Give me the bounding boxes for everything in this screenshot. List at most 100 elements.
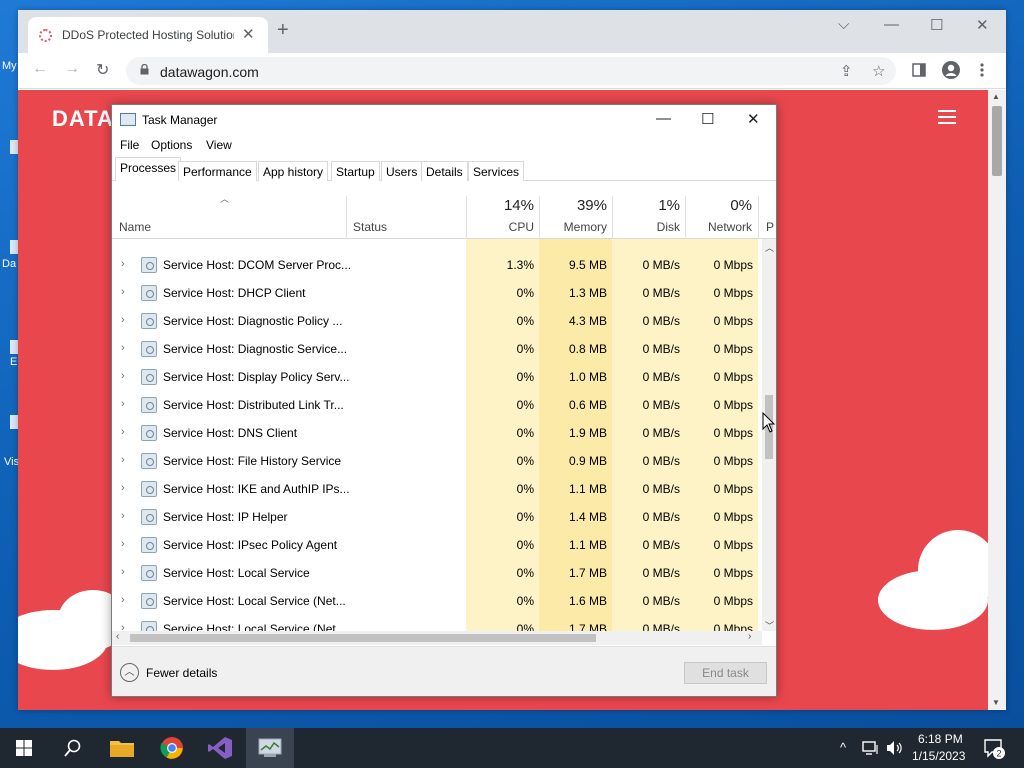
table-row[interactable]: › Service Host: IKE and AuthIP IPs... 0% 1.…: [112, 475, 762, 503]
maximize-button[interactable]: ☐: [701, 110, 714, 128]
back-button[interactable]: ←: [32, 60, 48, 78]
desktop-icon[interactable]: [10, 140, 18, 154]
scrollbar-thumb[interactable]: [992, 106, 1002, 176]
table-row[interactable]: › Service Host: Distributed Link Tr... 0% 0…: [112, 391, 762, 419]
clock-date[interactable]: 1/15/2023: [912, 749, 965, 763]
minimize-button[interactable]: —: [656, 110, 671, 127]
file-explorer-button[interactable]: [98, 728, 146, 768]
expand-chevron-icon[interactable]: ›: [121, 342, 125, 354]
desktop-icon[interactable]: [10, 340, 18, 354]
expand-chevron-icon[interactable]: ›: [121, 426, 125, 438]
column-power[interactable]: P: [766, 220, 774, 234]
table-row[interactable]: › Service Host: IP Helper 0% 1.4 MB 0 MB/s 0 …: [112, 503, 762, 531]
hamburger-menu-icon[interactable]: [938, 110, 956, 128]
scroll-right-icon[interactable]: ›: [748, 631, 751, 642]
column-divider[interactable]: [466, 196, 467, 239]
table-row[interactable]: › Service Host: Local Service (Net... 0% 1.…: [112, 615, 762, 631]
table-row[interactable]: › Service Host: Local Service (Net... 0% 1.…: [112, 587, 762, 615]
table-row[interactable]: › Service Host: IPsec Policy Agent 0% 1.1 M…: [112, 531, 762, 559]
clock-time[interactable]: 6:18 PM: [918, 732, 963, 746]
scrollbar-thumb[interactable]: [130, 634, 596, 642]
column-divider[interactable]: [539, 196, 540, 239]
expand-chevron-icon[interactable]: ›: [121, 398, 125, 410]
page-scrollbar[interactable]: ▲ ▼: [988, 90, 1006, 710]
tab-services[interactable]: Services: [468, 161, 525, 181]
expand-chevron-icon[interactable]: ›: [121, 538, 125, 550]
scroll-up-icon[interactable]: ︿: [765, 241, 774, 254]
close-tab-icon[interactable]: ✕: [242, 25, 255, 43]
tab-users[interactable]: Users: [381, 161, 423, 181]
tab-performance[interactable]: Performance: [178, 161, 257, 181]
chrome-button[interactable]: [148, 728, 196, 768]
profile-avatar-icon[interactable]: [942, 61, 960, 79]
address-bar[interactable]: datawagon.com ⇪ ☆: [126, 57, 896, 85]
scroll-left-icon[interactable]: ‹: [116, 631, 119, 642]
scroll-down-icon[interactable]: ﹀: [765, 619, 774, 632]
tab-app-history[interactable]: App history: [258, 161, 329, 181]
column-divider[interactable]: [346, 196, 347, 239]
expand-chevron-icon[interactable]: ›: [121, 370, 125, 382]
volume-icon[interactable]: [886, 740, 904, 756]
reload-button[interactable]: ↻: [96, 60, 109, 80]
side-panel-icon[interactable]: [912, 63, 926, 77]
column-divider[interactable]: [758, 196, 759, 239]
desktop-icon[interactable]: [10, 415, 18, 429]
column-network[interactable]: Network: [698, 220, 752, 234]
expand-chevron-icon[interactable]: ›: [121, 566, 125, 578]
column-divider[interactable]: [612, 196, 613, 239]
browser-tab[interactable]: DDoS Protected Hosting Solution ✕: [28, 17, 268, 53]
column-disk[interactable]: Disk: [632, 220, 680, 234]
maximize-button[interactable]: ☐: [930, 16, 943, 34]
tab-processes[interactable]: Processes: [115, 157, 182, 182]
table-row[interactable]: › Service Host: DNS Client 0% 1.9 MB 0 MB/s 0…: [112, 419, 762, 447]
notification-center-icon[interactable]: 2: [984, 739, 1006, 759]
menu-kebab-icon[interactable]: [980, 63, 984, 77]
menu-file[interactable]: File: [120, 138, 139, 152]
new-tab-button[interactable]: +: [277, 20, 289, 40]
menu-view[interactable]: View: [206, 138, 232, 152]
column-cpu[interactable]: CPU: [492, 220, 534, 234]
forward-button[interactable]: →: [64, 60, 80, 78]
tab-details[interactable]: Details: [421, 161, 468, 181]
visual-studio-button[interactable]: [196, 728, 244, 768]
column-status[interactable]: Status: [353, 220, 387, 234]
expand-chevron-icon[interactable]: ›: [121, 314, 125, 326]
horizontal-scrollbar[interactable]: ‹ ›: [112, 631, 762, 645]
table-row[interactable]: › Service Host: Local Service 0% 1.7 MB 0 MB…: [112, 559, 762, 587]
end-task-button[interactable]: End task: [684, 662, 767, 684]
show-hidden-icons[interactable]: ^: [840, 740, 846, 755]
scroll-up-icon[interactable]: ▲: [992, 92, 1000, 101]
task-manager-button[interactable]: [246, 728, 294, 768]
expand-chevron-icon[interactable]: ›: [121, 510, 125, 522]
expand-chevron-icon[interactable]: ›: [121, 622, 125, 631]
close-window-button[interactable]: ✕: [976, 16, 989, 34]
minimize-button[interactable]: —: [884, 16, 899, 33]
expand-chevron-icon[interactable]: ›: [121, 594, 125, 606]
site-logo[interactable]: DATA: [52, 106, 114, 132]
search-button[interactable]: [48, 728, 96, 768]
menu-options[interactable]: Options: [151, 138, 192, 152]
start-button[interactable]: [0, 728, 48, 768]
expand-chevron-icon[interactable]: ›: [121, 286, 125, 298]
tab-search-icon[interactable]: ⌵: [838, 16, 849, 33]
column-memory[interactable]: Memory: [552, 220, 607, 234]
list-scrollbar[interactable]: ︿ ﹀: [762, 239, 776, 631]
fewer-details-link[interactable]: Fewer details: [146, 666, 217, 680]
expand-chevron-icon[interactable]: ›: [121, 482, 125, 494]
title-bar[interactable]: Task Manager — ☐ ✕: [112, 105, 776, 135]
table-row[interactable]: › Service Host: Diagnostic Service... 0% 0.…: [112, 335, 762, 363]
share-icon[interactable]: ⇪: [840, 62, 853, 80]
expand-chevron-icon[interactable]: ›: [121, 454, 125, 466]
chevron-up-icon[interactable]: ︿: [120, 663, 139, 682]
network-icon[interactable]: [862, 740, 880, 756]
close-button[interactable]: ✕: [747, 110, 760, 128]
table-row[interactable]: › Service Host: DHCP Client 0% 1.3 MB 0 MB/s…: [112, 279, 762, 307]
table-row[interactable]: › Service Host: File History Service 0% 0.9…: [112, 447, 762, 475]
column-divider[interactable]: [685, 196, 686, 239]
expand-chevron-icon[interactable]: ›: [121, 258, 125, 270]
table-row[interactable]: › Service Host: Display Policy Serv... 0% 1…: [112, 363, 762, 391]
scroll-down-icon[interactable]: ▼: [992, 698, 1000, 707]
tab-startup[interactable]: Startup: [331, 161, 380, 181]
column-name[interactable]: Name: [119, 220, 151, 234]
bookmark-star-icon[interactable]: ☆: [872, 62, 885, 80]
